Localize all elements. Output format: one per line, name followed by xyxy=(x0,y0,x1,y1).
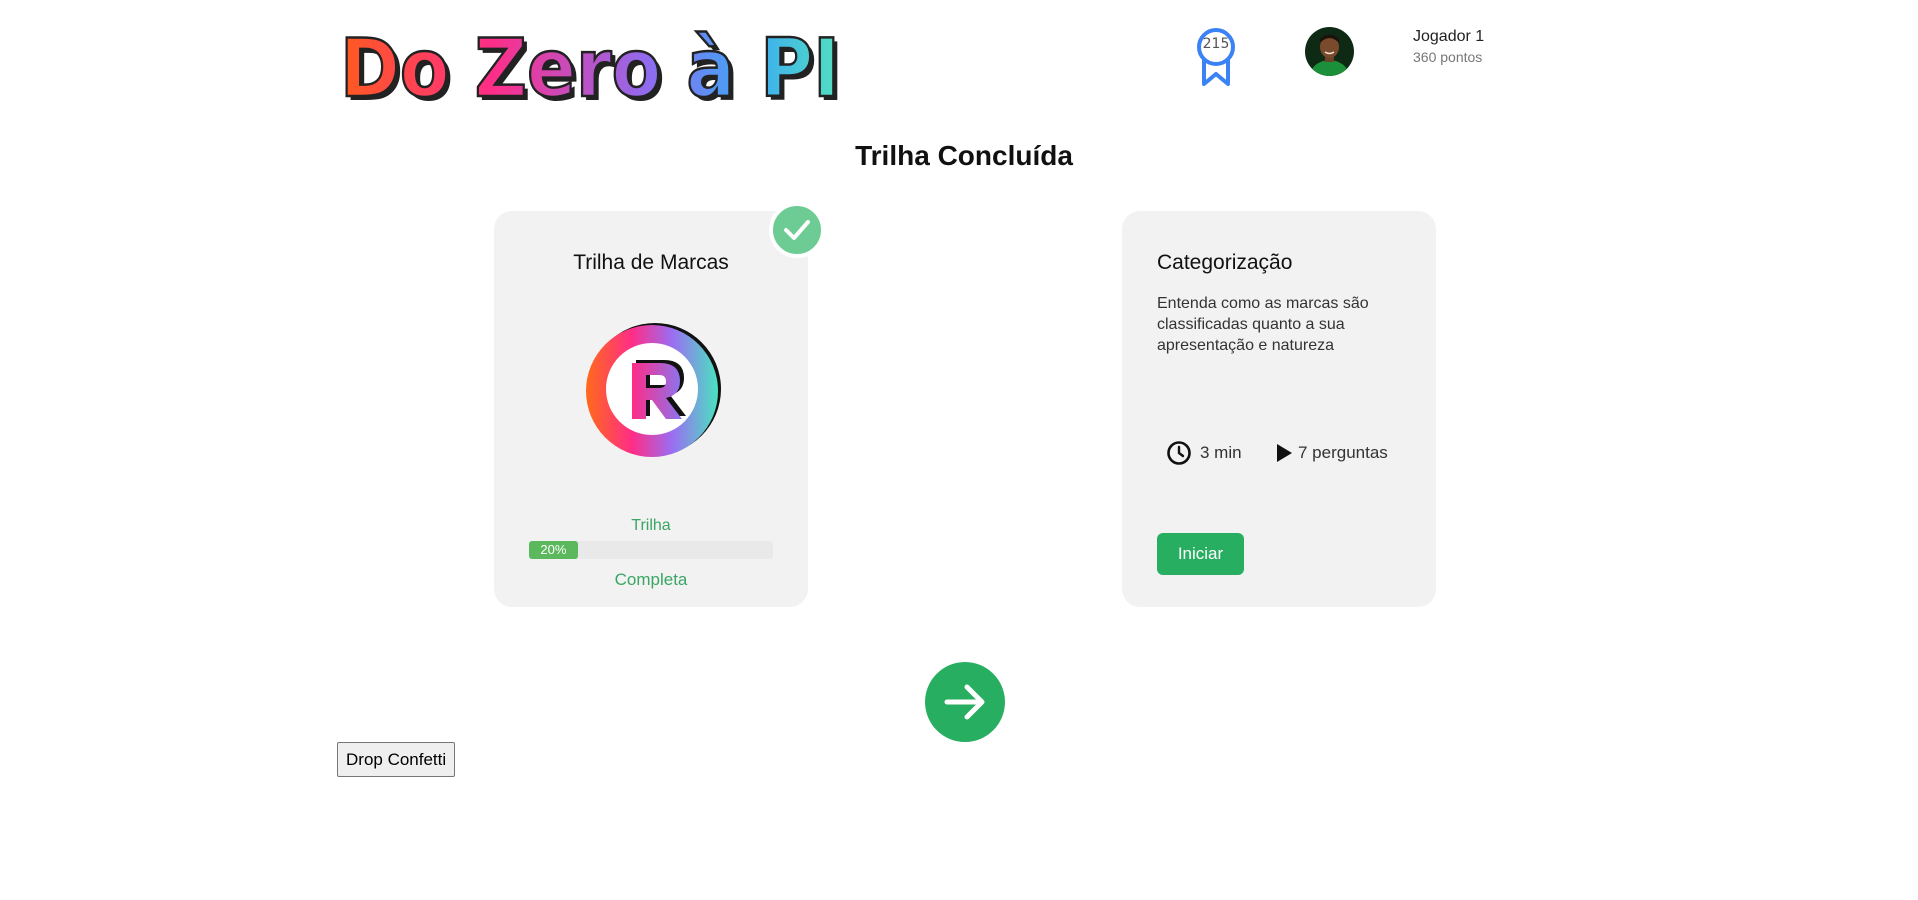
arrow-right-icon xyxy=(944,684,985,720)
card-title: Categorização xyxy=(1157,251,1293,274)
complete-label: Completa xyxy=(614,570,688,589)
site-logo[interactable]: Do Zero à PI Do Zero à PI xyxy=(336,22,846,108)
play-icon xyxy=(1277,444,1292,462)
drop-confetti-button[interactable]: Drop Confetti xyxy=(337,742,456,777)
duration-text: 3 min xyxy=(1200,443,1242,462)
questions-info: 7 perguntas xyxy=(1274,439,1388,467)
registered-trademark-icon xyxy=(586,323,721,457)
points-badge[interactable]: 215 xyxy=(1194,26,1238,86)
duration-info: 3 min xyxy=(1166,439,1242,467)
player-points: 360 pontos xyxy=(1413,49,1483,65)
player-name: Jogador 1 xyxy=(1413,28,1485,45)
player-info: Jogador 1 360 pontos xyxy=(1413,28,1484,65)
card-title: Trilha de Marcas xyxy=(573,251,729,274)
card-description: Entenda como as marcas são classificadas… xyxy=(1157,295,1369,354)
start-button[interactable]: Iniciar xyxy=(1157,533,1244,575)
next-trail-card: Categorização Entenda como as marcas são… xyxy=(1122,211,1436,607)
award-ribbon-icon xyxy=(1197,28,1235,86)
questions-text: 7 perguntas xyxy=(1298,443,1388,462)
progress-fill: 20% xyxy=(529,541,578,559)
check-icon xyxy=(784,220,810,240)
trail-label: Trilha xyxy=(631,517,671,534)
avatar[interactable] xyxy=(1305,27,1354,76)
badge-count: 215 xyxy=(1202,36,1230,52)
svg-text:Do Zero à PI: Do Zero à PI xyxy=(340,22,840,108)
completed-trail-card[interactable]: Trilha de Marcas Trilha 20% Completa xyxy=(494,211,808,607)
page-title: Trilha Concluída xyxy=(855,140,1073,171)
progress-bar: 20% xyxy=(529,541,773,559)
completed-check-badge xyxy=(769,202,825,258)
next-button[interactable] xyxy=(925,662,1005,742)
clock-icon xyxy=(1167,441,1191,465)
